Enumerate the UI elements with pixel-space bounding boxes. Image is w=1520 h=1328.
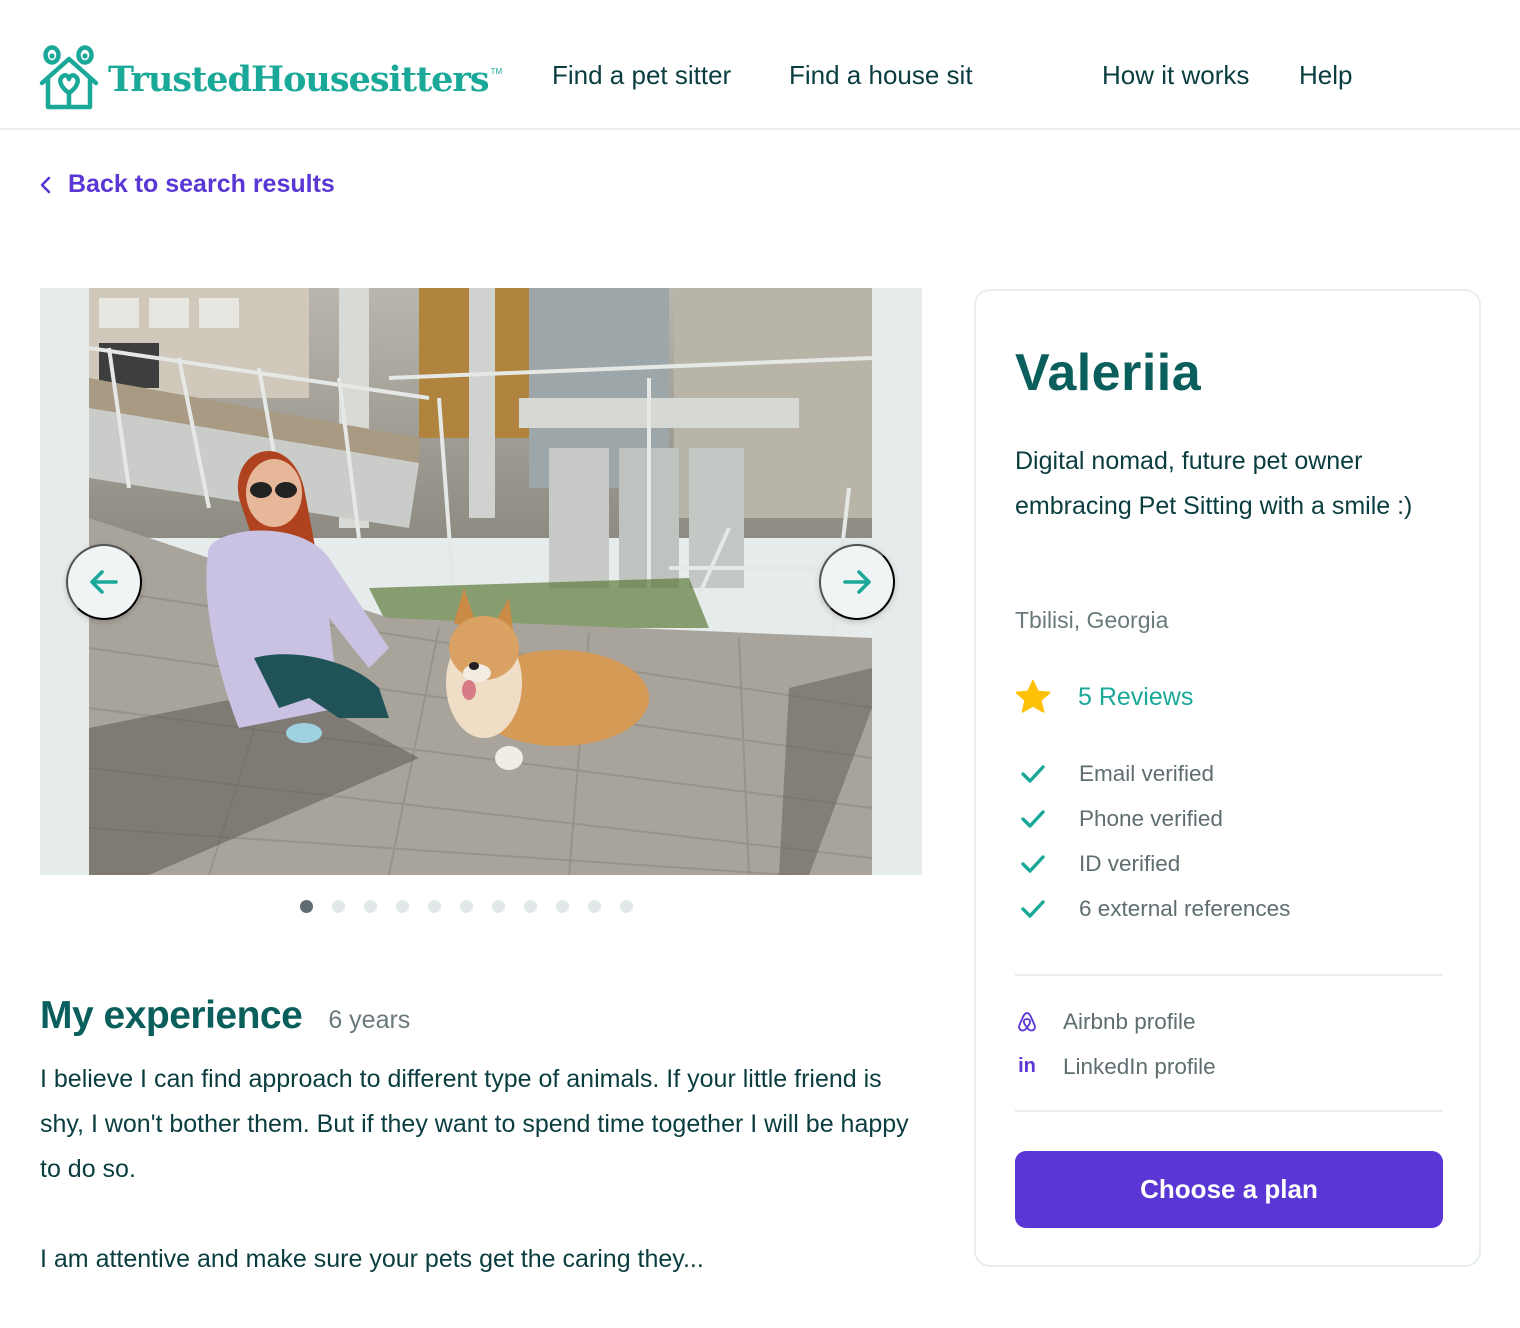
verification-phone: Phone verified	[1020, 796, 1290, 841]
verification-label: Phone verified	[1079, 805, 1223, 831]
arrow-right-icon	[843, 570, 871, 594]
external-profiles-list: Airbnb profile in LinkedIn profile	[1015, 999, 1216, 1089]
verification-label: Email verified	[1079, 760, 1215, 786]
sitter-profile-card: Valeriia Digital nomad, future pet owner…	[974, 289, 1481, 1267]
brand-logo[interactable]: TrustedHousesitters TM	[38, 45, 502, 111]
sitter-tagline: Digital nomad, future pet owner embracin…	[1015, 447, 1413, 520]
nav-find-pet-sitter[interactable]: Find a pet sitter	[552, 60, 731, 91]
gallery-dot[interactable]	[300, 900, 313, 913]
airbnb-icon	[1015, 1011, 1039, 1033]
check-icon	[1021, 764, 1045, 783]
photo-gallery	[40, 288, 922, 875]
gallery-dot[interactable]	[524, 900, 537, 913]
experience-description: I believe I can find approach to differe…	[40, 1057, 930, 1282]
experience-paragraph: I am attentive and make sure your pets g…	[40, 1245, 704, 1273]
gallery-dot[interactable]	[332, 900, 345, 913]
linkedin-profile-label: LinkedIn profile	[1063, 1053, 1216, 1079]
verification-label: ID verified	[1079, 850, 1181, 876]
verification-label: 6 external references	[1079, 895, 1291, 921]
gallery-dot[interactable]	[588, 900, 601, 913]
experience-years: 6 years	[328, 1006, 411, 1034]
linkedin-icon: in	[1018, 1055, 1036, 1077]
experience-title: My experience	[40, 994, 303, 1037]
verification-id: ID verified	[1020, 841, 1290, 886]
gallery-dot[interactable]	[620, 900, 633, 913]
verification-list: Email verified Phone verified ID verifie…	[1020, 751, 1290, 931]
house-heart-logo-icon	[39, 45, 99, 110]
nav-help[interactable]: Help	[1299, 60, 1352, 91]
profile-photo[interactable]	[89, 288, 872, 875]
reviews-label: 5 Reviews	[1078, 682, 1194, 711]
back-to-search-results-link[interactable]: Back to search results	[38, 170, 335, 199]
nav-find-house-sit[interactable]: Find a house sit	[789, 60, 973, 91]
verification-references: 6 external references	[1020, 886, 1290, 931]
nav-how-it-works[interactable]: How it works	[1102, 60, 1249, 91]
trademark: TM	[490, 67, 503, 76]
gallery-dot[interactable]	[492, 900, 505, 913]
airbnb-profile-link[interactable]: Airbnb profile	[1015, 999, 1216, 1044]
check-icon	[1021, 809, 1045, 828]
choose-a-plan-button[interactable]: Choose a plan	[1015, 1151, 1443, 1228]
gallery-dot[interactable]	[460, 900, 473, 913]
gallery-dot[interactable]	[556, 900, 569, 913]
gallery-dot[interactable]	[396, 900, 409, 913]
check-icon	[1021, 899, 1045, 918]
sitter-name: Valeriia	[1015, 344, 1202, 402]
experience-paragraph: I believe I can find approach to differe…	[40, 1065, 909, 1183]
experience-header: My experience 6 years	[40, 994, 410, 1038]
gallery-pagination	[300, 900, 633, 913]
star-icon	[1015, 680, 1051, 713]
check-icon	[1021, 854, 1045, 873]
next-photo-button[interactable]	[819, 544, 895, 620]
divider	[1015, 1110, 1443, 1112]
previous-photo-button[interactable]	[66, 544, 142, 620]
back-link-label: Back to search results	[68, 170, 335, 198]
reviews-link[interactable]: 5 Reviews	[1014, 679, 1193, 715]
chevron-left-icon	[40, 176, 51, 193]
arrow-left-icon	[90, 570, 118, 594]
brand-name: TrustedHousesitters	[108, 58, 490, 100]
airbnb-profile-label: Airbnb profile	[1063, 1008, 1196, 1034]
divider	[1015, 974, 1443, 976]
linkedin-profile-link[interactable]: in LinkedIn profile	[1015, 1044, 1216, 1089]
site-header: TrustedHousesitters TM Find a pet sitter…	[0, 0, 1520, 130]
sitter-location: Tbilisi, Georgia	[1015, 607, 1169, 633]
verification-email: Email verified	[1020, 751, 1290, 796]
gallery-dot[interactable]	[428, 900, 441, 913]
gallery-dot[interactable]	[364, 900, 377, 913]
